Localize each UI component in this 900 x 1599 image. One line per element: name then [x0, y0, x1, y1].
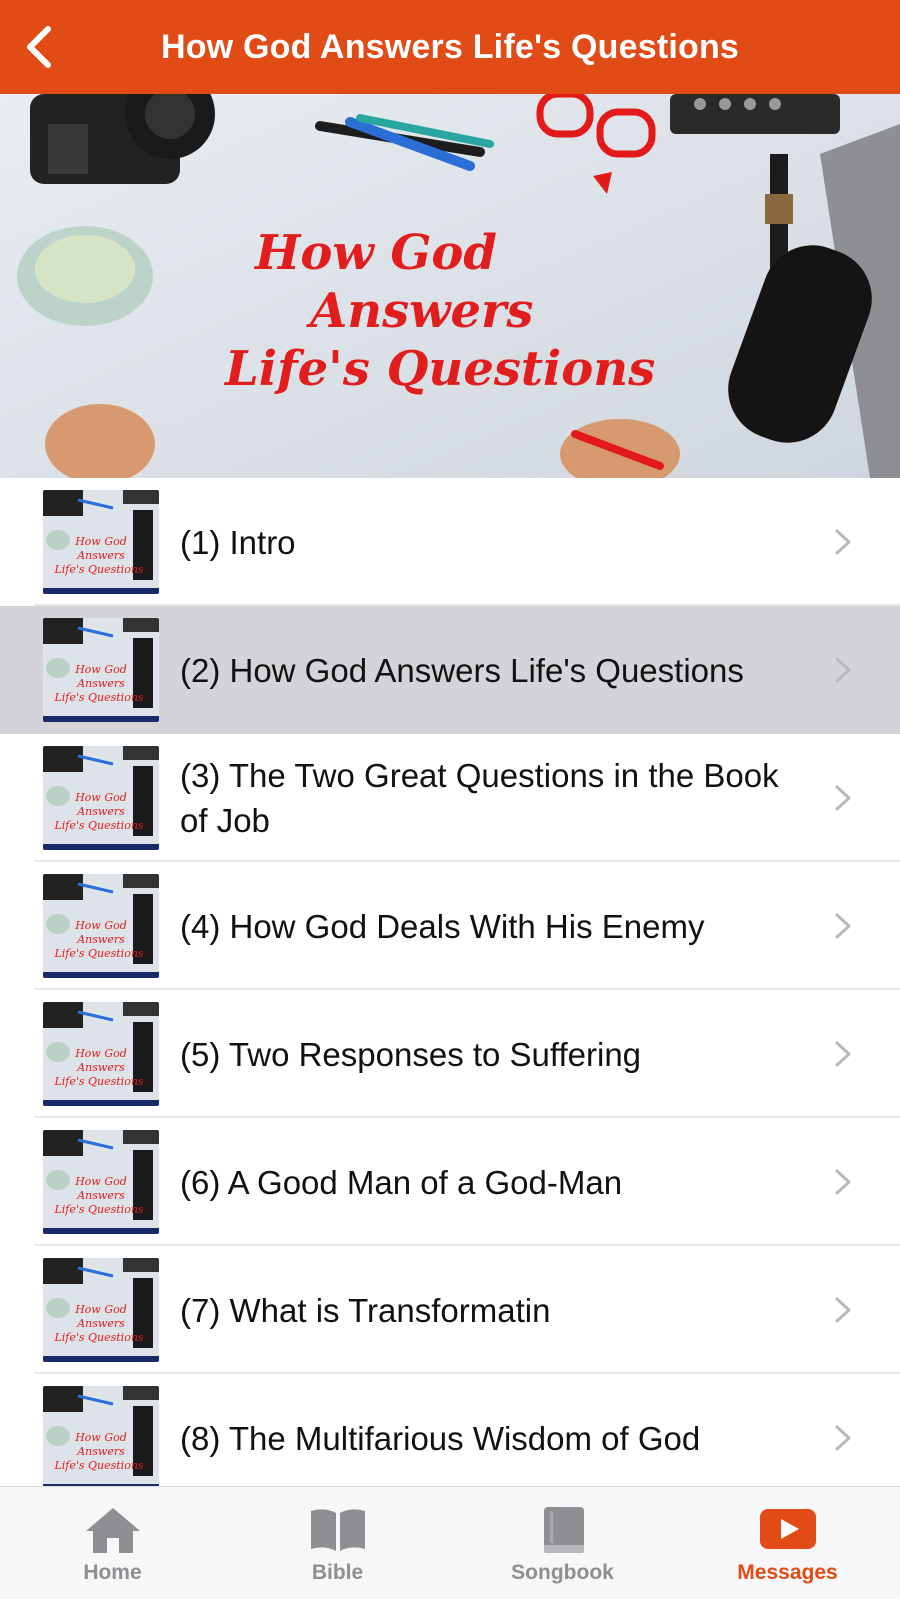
- svg-text:How God: How God: [74, 1431, 127, 1444]
- svg-text:Answers: Answers: [76, 1189, 125, 1202]
- message-list: How God Answers Life's Questions (1) Intro…: [0, 478, 900, 1486]
- tab-songbook[interactable]: Songbook: [450, 1487, 675, 1599]
- page-title: How God Answers Life's Questions: [160, 27, 740, 66]
- banner-title: How God Answers Life's Questions: [225, 225, 656, 397]
- chevron-right-icon: [835, 913, 851, 939]
- chevron-right-icon: [835, 529, 851, 555]
- chevron-right-icon: [835, 1297, 851, 1323]
- message-thumbnail: How God Answers Life's Questions: [43, 1002, 159, 1106]
- message-title: (5) Two Responses to Suffering: [180, 1035, 642, 1073]
- chevron-right-icon: [835, 785, 851, 811]
- list-item[interactable]: How God Answers Life's Questions (8) The M…: [0, 1374, 900, 1486]
- tab-label: Bible: [311, 1561, 364, 1584]
- message-thumbnail: How God Answers Life's Questions: [43, 490, 159, 594]
- tab-bar: Home Bible Songbook Messages: [0, 1486, 900, 1599]
- message-thumbnail: How God Answers Life's Questions: [43, 874, 159, 978]
- series-banner-image: How God Answers Life's Questions: [0, 94, 900, 478]
- message-thumbnail: How God Answers Life's Questions: [43, 1386, 159, 1486]
- message-title: (6) A Good Man of a God-Man: [180, 1163, 623, 1201]
- message-title: (1) Intro: [180, 523, 296, 561]
- message-thumbnail: How God Answers Life's Questions: [43, 1130, 159, 1234]
- list-item[interactable]: How God Answers Life's Questions (7) What …: [0, 1246, 900, 1374]
- svg-text:How God: How God: [74, 1175, 127, 1188]
- svg-text:Answers: Answers: [76, 1317, 125, 1330]
- svg-text:How God: How God: [74, 663, 127, 676]
- video-play-icon: [759, 1509, 816, 1549]
- svg-text:Life's Questions: Life's Questions: [53, 691, 143, 704]
- list-item[interactable]: How God Answers Life's Questions (6) A Goo…: [0, 1118, 900, 1246]
- svg-text:How God: How God: [74, 1047, 127, 1060]
- chevron-right-icon: [835, 657, 851, 683]
- list-item[interactable]: How God Answers Life's Questions (4) How G…: [0, 862, 900, 990]
- message-title: (8) The Multifarious Wisdom of God: [180, 1419, 701, 1457]
- svg-text:Answers: Answers: [76, 805, 125, 818]
- message-thumbnail: How God Answers Life's Questions: [43, 618, 159, 722]
- back-button[interactable]: [14, 22, 64, 72]
- svg-text:How God: How God: [74, 535, 127, 548]
- svg-text:Life's Questions: Life's Questions: [53, 1459, 143, 1472]
- list-item[interactable]: How God Answers Life's Questions (3) The T…: [0, 734, 900, 862]
- tab-bible[interactable]: Bible: [225, 1487, 450, 1599]
- songbook-icon: [543, 1507, 584, 1553]
- message-title: (4) How God Deals With His Enemy: [180, 907, 705, 945]
- svg-text:Answers: Answers: [76, 933, 125, 946]
- svg-text:Answers: Answers: [76, 677, 125, 690]
- svg-text:Life's Questions: Life's Questions: [53, 1331, 143, 1344]
- svg-text:Answers: Answers: [76, 1061, 125, 1074]
- book-open-icon: [310, 1509, 365, 1551]
- message-thumbnail: How God Answers Life's Questions: [43, 1258, 159, 1362]
- svg-text:Answers: Answers: [76, 549, 125, 562]
- svg-text:Life's Questions: Life's Questions: [53, 1203, 143, 1216]
- nav-bar: How God Answers Life's Questions: [0, 0, 900, 94]
- chevron-right-icon: [835, 1041, 851, 1067]
- message-title: (2) How God Answers Life's Questions: [180, 651, 744, 689]
- tab-home[interactable]: Home: [0, 1487, 225, 1599]
- list-item[interactable]: How God Answers Life's Questions (1) Intro: [0, 478, 900, 606]
- tab-label: Home: [83, 1561, 142, 1584]
- message-thumbnail: How God Answers Life's Questions: [43, 746, 159, 850]
- svg-text:How God: How God: [74, 1303, 127, 1316]
- tab-label: Messages: [737, 1561, 838, 1584]
- svg-text:Life's Questions: Life's Questions: [53, 1075, 143, 1088]
- svg-text:Answers: Answers: [76, 1445, 125, 1458]
- svg-text:Life's Questions: Life's Questions: [53, 563, 143, 576]
- chevron-right-icon: [835, 1169, 851, 1195]
- home-icon: [85, 1508, 140, 1553]
- list-item[interactable]: How God Answers Life's Questions (2) How G…: [0, 606, 900, 734]
- tab-messages[interactable]: Messages: [675, 1487, 900, 1599]
- list-item[interactable]: How God Answers Life's Questions (5) Two R…: [0, 990, 900, 1118]
- chevron-left-icon: [27, 26, 51, 68]
- svg-text:Life's Questions: Life's Questions: [53, 819, 143, 832]
- message-title: (7) What is Transformatin: [180, 1291, 551, 1329]
- svg-text:How God: How God: [74, 791, 127, 804]
- svg-text:Life's Questions: Life's Questions: [53, 947, 143, 960]
- svg-text:How God: How God: [74, 919, 127, 932]
- chevron-right-icon: [835, 1425, 851, 1451]
- message-title: (3) The Two Great Questions in the Book …: [180, 757, 779, 839]
- tab-label: Songbook: [511, 1561, 614, 1584]
